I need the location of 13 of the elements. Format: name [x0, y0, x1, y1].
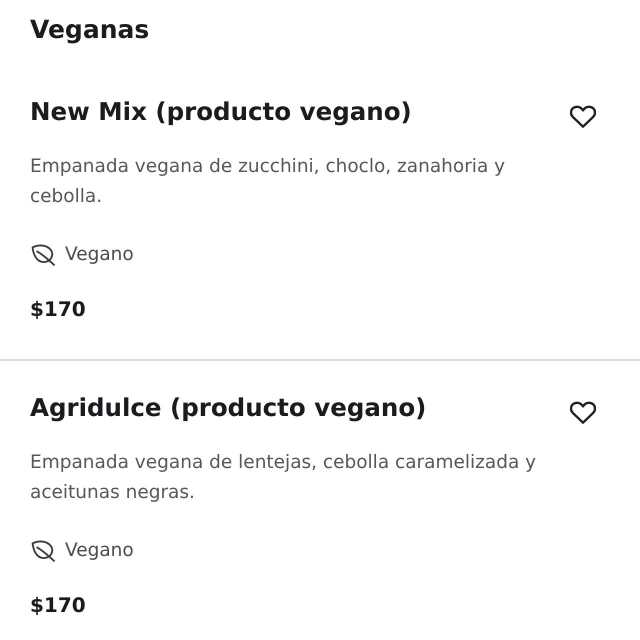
heart-icon[interactable] — [570, 401, 596, 424]
leaf-icon — [30, 540, 56, 562]
tag-label: Vegano — [65, 539, 134, 563]
product-price: $170 — [30, 296, 86, 322]
product-price: $170 — [30, 592, 86, 618]
section-title: Veganas — [30, 14, 150, 46]
product-name[interactable]: New Mix (producto vegano) — [30, 96, 412, 128]
product-description: Empanada vegana de zucchini, choclo, zanahoria y cebolla. — [30, 155, 506, 209]
leaf-icon — [30, 244, 56, 266]
product-name[interactable]: Agridulce (producto vegano) — [30, 392, 426, 424]
heart-icon[interactable] — [570, 105, 596, 128]
tag-label: Vegano — [65, 243, 134, 267]
product-description: Empanada vegana de lentejas, cebolla caramelizada y aceitunas negras. — [30, 451, 538, 505]
